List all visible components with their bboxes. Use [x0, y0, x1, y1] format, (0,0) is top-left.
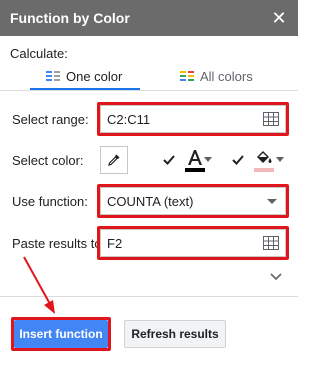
refresh-results-button[interactable]: Refresh results	[124, 320, 226, 348]
insert-function-button[interactable]: Insert function	[14, 320, 108, 348]
